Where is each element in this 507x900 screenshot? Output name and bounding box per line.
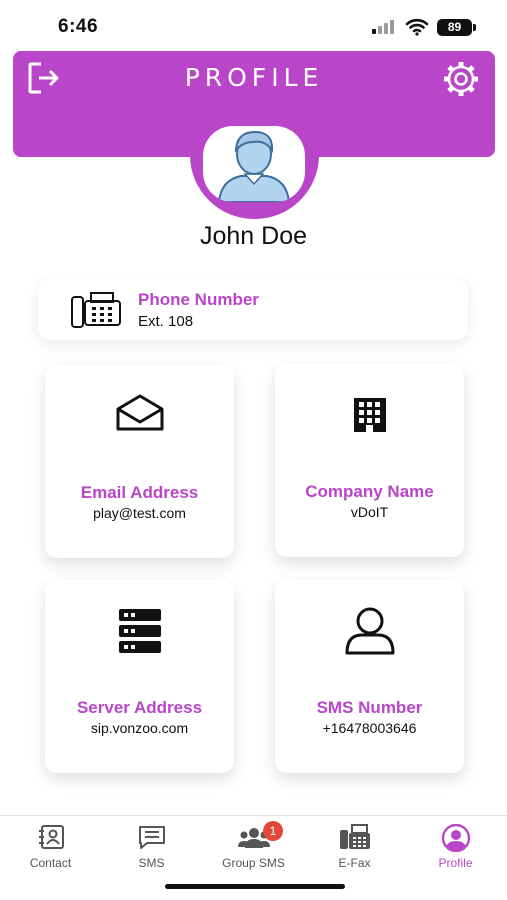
user-outline-icon xyxy=(345,607,394,655)
company-name-title: Company Name xyxy=(305,482,434,501)
notification-badge: 1 xyxy=(263,821,283,841)
status-bar: 6:46 89 xyxy=(0,0,507,50)
gear-icon xyxy=(444,62,478,96)
company-name-card[interactable]: Company Name vDoIT xyxy=(275,364,464,557)
tab-group-sms[interactable]: 1 Group SMS xyxy=(203,816,304,874)
email-address-value: play@test.com xyxy=(93,505,186,521)
email-address-title: Email Address xyxy=(80,483,199,502)
sms-number-value: +16478003646 xyxy=(322,720,417,736)
cellular-signal-icon xyxy=(372,20,398,34)
home-indicator xyxy=(165,884,345,889)
sms-number-title: SMS Number xyxy=(316,698,423,717)
battery-tip xyxy=(473,24,476,31)
server-icon xyxy=(118,609,161,653)
tab-sms-label: SMS xyxy=(138,856,165,870)
server-address-title: Server Address xyxy=(76,698,203,717)
message-icon xyxy=(138,826,165,849)
tab-group-sms-label: Group SMS xyxy=(222,856,285,870)
profile-icon xyxy=(441,824,470,852)
tab-contact[interactable]: Contact xyxy=(0,816,101,874)
profile-name: John Doe xyxy=(199,222,308,250)
wifi-icon xyxy=(405,18,429,36)
tab-profile-label: Profile xyxy=(438,856,473,870)
fax-icon xyxy=(339,824,370,849)
building-icon xyxy=(353,398,386,432)
tab-efax-label: E-Fax xyxy=(338,856,371,870)
phone-number-title: Phone Number xyxy=(138,290,259,309)
server-address-card[interactable]: Server Address sip.vonzoo.com xyxy=(45,580,234,773)
tab-profile[interactable]: Profile xyxy=(405,816,506,874)
tab-sms[interactable]: SMS xyxy=(101,816,202,874)
envelope-open-icon xyxy=(116,394,163,431)
company-name-value: vDoIT xyxy=(350,504,389,520)
server-address-value: sip.vonzoo.com xyxy=(90,720,189,736)
email-address-card[interactable]: Email Address play@test.com xyxy=(45,365,234,558)
settings-button[interactable] xyxy=(439,59,483,99)
sms-number-card[interactable]: SMS Number +16478003646 xyxy=(275,580,464,773)
contact-card-icon xyxy=(38,825,64,849)
status-time: 6:46 xyxy=(58,16,99,37)
phone-number-value: Ext. 108 xyxy=(138,313,194,330)
phone-number-card[interactable]: Phone Number Ext. 108 xyxy=(38,279,468,340)
avatar[interactable] xyxy=(203,126,305,202)
battery-indicator: 89 xyxy=(437,19,472,36)
page-title: PROFILE xyxy=(184,63,324,92)
fax-phone-icon xyxy=(71,292,121,328)
tab-contact-label: Contact xyxy=(29,856,72,870)
user-avatar-icon xyxy=(217,130,291,202)
tab-efax[interactable]: E-Fax xyxy=(304,816,405,874)
